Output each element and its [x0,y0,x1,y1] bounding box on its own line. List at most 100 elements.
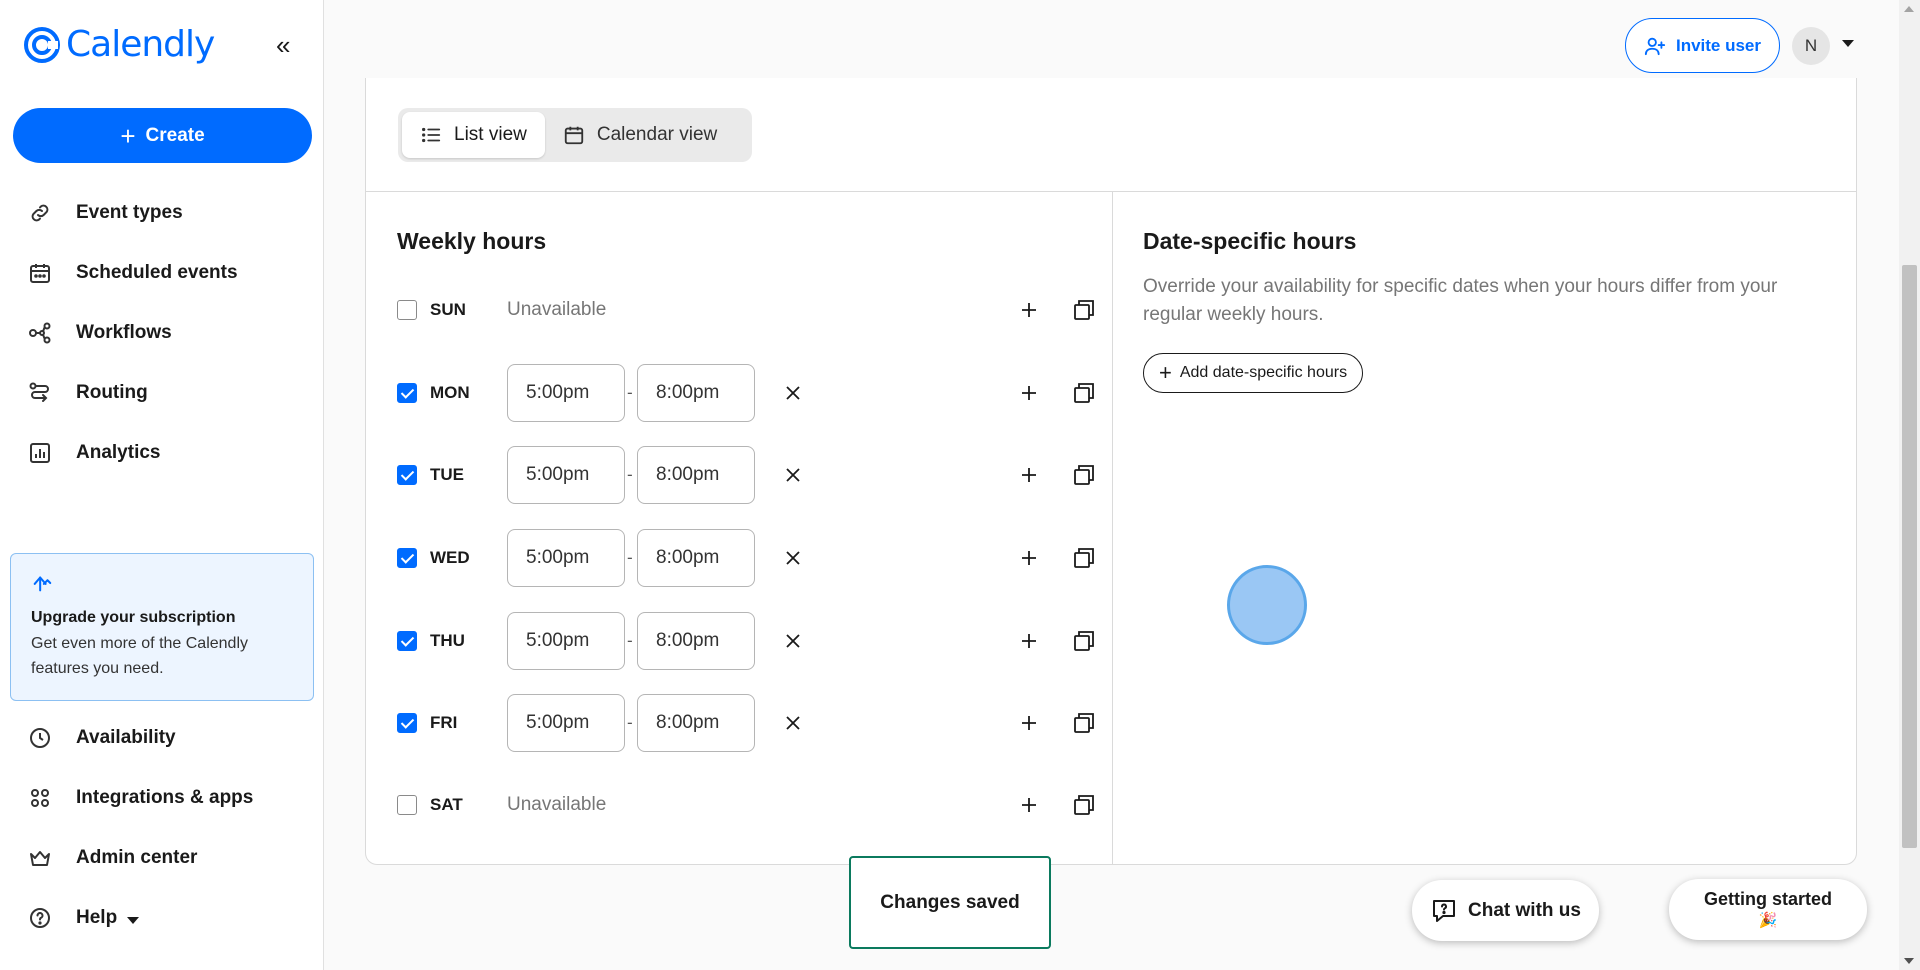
day-row-mon: MON 5:00pm - 8:00pm [397,364,1094,422]
sidebar-item-label: Integrations & apps [76,787,254,808]
add-interval-icon[interactable] [1019,713,1039,733]
add-interval-icon[interactable] [1019,631,1039,651]
add-date-specific-hours-button[interactable]: + Add date-specific hours [1143,353,1364,393]
close-icon[interactable] [783,548,803,568]
start-time-input[interactable]: 5:00pm [507,612,625,670]
add-interval-icon[interactable] [1019,795,1039,815]
sidebar-item-scheduled-events[interactable]: Scheduled events [0,243,324,303]
day-row-sat: SAT Unavailable [397,776,1094,834]
sidebar-item-availability[interactable]: Availability [0,708,324,768]
analytics-icon [30,443,50,463]
list-view-label: List view [454,124,527,145]
date-specific-description: Override your availability for specific … [1143,276,1778,325]
list-view-button[interactable]: List view [402,112,545,158]
scrollbar-thumb[interactable] [1902,265,1917,848]
day-row-tue: TUE 5:00pm - 8:00pm [397,446,1094,504]
sidebar-item-label: Event types [76,202,183,223]
scroll-up-arrow-icon[interactable] [1904,6,1914,12]
copy-icon[interactable] [1073,464,1095,486]
copy-icon[interactable] [1073,382,1095,404]
day-label: TUE [430,465,464,484]
sidebar-item-workflows[interactable]: Workflows [0,303,324,363]
copy-icon[interactable] [1073,794,1095,816]
weekly-hours-title: Weekly hours [397,228,547,254]
copy-icon[interactable] [1073,547,1095,569]
start-time-input[interactable]: 5:00pm [507,694,625,752]
sidebar-item-integrations[interactable]: Integrations & apps [0,768,324,828]
close-icon[interactable] [783,465,803,485]
changes-saved-toast: Changes saved [849,856,1051,949]
chat-with-us-button[interactable]: Chat with us [1412,880,1599,941]
sidebar-item-analytics[interactable]: Analytics [0,423,324,483]
chat-label: Chat with us [1468,899,1581,921]
collapse-sidebar-icon[interactable]: « [276,32,290,58]
end-time-input[interactable]: 8:00pm [637,529,755,587]
link-icon [31,204,49,222]
add-interval-icon[interactable] [1019,548,1039,568]
day-row-wed: WED 5:00pm - 8:00pm [397,529,1094,587]
end-time-input[interactable]: 8:00pm [637,364,755,422]
day-checkbox[interactable] [397,795,417,815]
close-icon[interactable] [783,383,803,403]
chevron-down-icon [127,916,140,924]
close-icon[interactable] [783,631,803,651]
upgrade-card[interactable]: Upgrade your subscription Get even more … [10,553,314,701]
sidebar-item-admin-center[interactable]: Admin center [0,828,324,888]
day-checkbox[interactable] [397,548,417,568]
end-time-input[interactable]: 8:00pm [637,446,755,504]
page-scrollbar[interactable] [1899,0,1920,970]
add-user-icon [1644,37,1666,55]
account-menu-chevron-icon[interactable] [1842,40,1854,47]
add-interval-icon[interactable] [1019,383,1039,403]
copy-icon[interactable] [1073,630,1095,652]
secondary-nav: Availability Integrations & apps Admin c… [0,708,324,948]
day-checkbox[interactable] [397,300,417,320]
sidebar-item-label: Routing [76,382,148,403]
create-button[interactable]: + Create [13,108,312,163]
add-interval-icon[interactable] [1019,465,1039,485]
day-label: SAT [430,795,463,814]
sidebar-item-event-types[interactable]: Event types [0,183,324,243]
end-time-input[interactable]: 8:00pm [637,694,755,752]
time-separator: - [627,465,633,484]
time-separator: - [627,383,633,402]
add-interval-icon[interactable] [1019,300,1039,320]
start-time-input[interactable]: 5:00pm [507,364,625,422]
availability-card: List view Calendar view Weekly hours SUN… [365,78,1857,865]
start-time-input[interactable]: 5:00pm [507,529,625,587]
copy-icon[interactable] [1073,712,1095,734]
click-indicator [1227,565,1307,645]
invite-user-button[interactable]: Invite user [1625,18,1780,73]
sidebar-item-help[interactable]: Help [0,888,324,948]
getting-started-button[interactable]: Getting started 🎉 [1669,879,1867,940]
workflow-icon [29,322,51,344]
chat-icon [1433,899,1456,922]
avatar[interactable]: N [1792,27,1830,65]
day-label: MON [430,383,470,402]
sidebar: Calendly « + Create Event types Schedule… [0,0,324,970]
start-time-input[interactable]: 5:00pm [507,446,625,504]
day-label: SUN [430,300,466,319]
end-time-input[interactable]: 8:00pm [637,612,755,670]
unavailable-text: Unavailable [507,299,607,320]
sidebar-item-label: Scheduled events [76,262,238,283]
scroll-down-arrow-icon[interactable] [1904,958,1914,964]
day-checkbox[interactable] [397,713,417,733]
time-separator: - [627,713,633,732]
day-checkbox[interactable] [397,631,417,651]
create-label: Create [145,124,205,146]
sidebar-item-routing[interactable]: Routing [0,363,324,423]
calendar-view-button[interactable]: Calendar view [545,112,735,158]
day-checkbox[interactable] [397,383,417,403]
day-row-sun: SUN Unavailable [397,281,1094,339]
copy-icon[interactable] [1073,299,1095,321]
upgrade-title: Upgrade your subscription [31,609,236,626]
view-toggle: List view Calendar view [398,108,752,162]
day-label: FRI [430,713,458,732]
day-label: WED [430,548,470,567]
day-checkbox[interactable] [397,465,417,485]
time-separator: - [627,631,633,650]
close-icon[interactable] [783,713,803,733]
clock-icon [30,728,50,748]
calendly-logo[interactable]: Calendly [24,24,215,65]
